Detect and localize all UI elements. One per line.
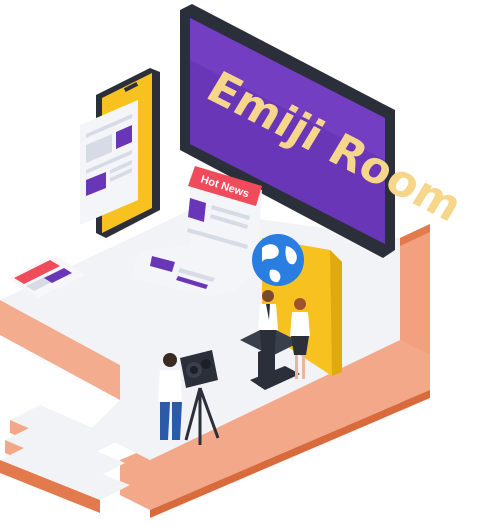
illustration-canvas: Emiji Room Hot News: [0, 4, 471, 518]
globe-icon: [252, 234, 304, 286]
news-studio-illustration: Emiji Room Hot News: [0, 0, 490, 530]
